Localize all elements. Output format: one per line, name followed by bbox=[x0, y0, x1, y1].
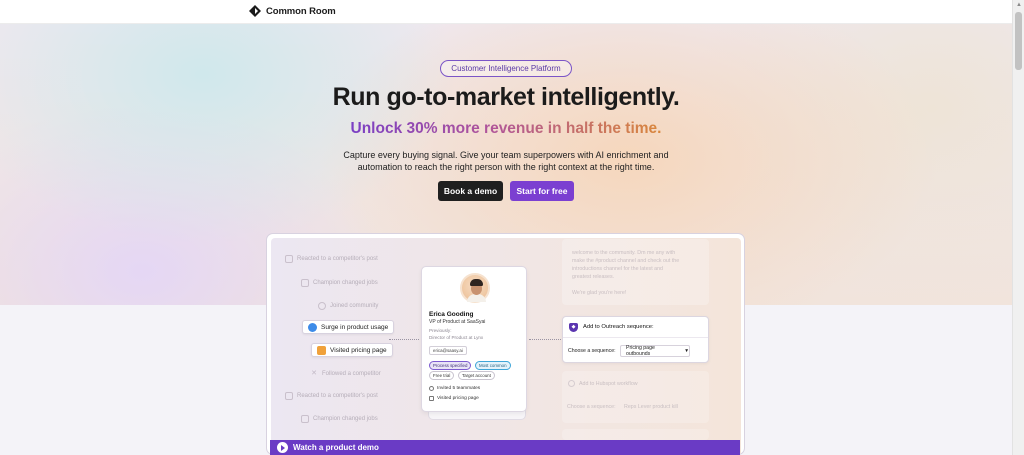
page-subheadline: Unlock 30% more revenue in half the time… bbox=[256, 120, 756, 138]
ghost-card-bottom bbox=[562, 429, 709, 440]
grid-icon bbox=[285, 255, 293, 263]
top-navigation: Common Room bbox=[0, 0, 1012, 24]
connector-dots-left bbox=[389, 339, 419, 340]
signal-label: Visited pricing page bbox=[330, 346, 387, 354]
signal-item-active[interactable]: Visited pricing page bbox=[311, 343, 393, 357]
watch-demo-bar[interactable]: Watch a product demo bbox=[270, 440, 740, 455]
brand-logo[interactable]: Common Room bbox=[249, 5, 336, 17]
signal-item: Reacted to a competitor's post bbox=[285, 252, 378, 266]
chevron-down-icon: ▼ bbox=[684, 348, 689, 354]
globe-icon bbox=[308, 322, 317, 332]
page-icon bbox=[429, 396, 434, 401]
avatar-hair bbox=[470, 279, 483, 286]
profile-email: erica@saasy.ai bbox=[429, 346, 467, 355]
signal-item: Champion changed jobs bbox=[301, 276, 378, 290]
ghost-message-line: We're glad you're here! bbox=[572, 290, 627, 296]
start-free-button[interactable]: Start for free bbox=[510, 181, 574, 201]
ghost-message-line: introductions channel for the latest and bbox=[572, 266, 663, 272]
hubspot-workflow-ghost bbox=[562, 371, 709, 423]
play-triangle bbox=[281, 444, 285, 451]
flame-icon bbox=[317, 345, 326, 355]
profile-activity-label: Visited pricing page bbox=[437, 396, 479, 401]
subheadline-text: Unlock 30% more revenue in half the time… bbox=[350, 120, 662, 137]
signal-label: Champion changed jobs bbox=[313, 280, 378, 286]
book-demo-button[interactable]: Book a demo bbox=[438, 181, 503, 201]
profile-activity-label: Invited 5 teammates bbox=[437, 386, 481, 391]
connector-dots-right bbox=[529, 339, 561, 340]
x-icon: ✕ bbox=[311, 370, 317, 377]
workflow-ghost-value: Reps Lever product kill bbox=[624, 404, 678, 410]
profile-activity: Visited pricing page bbox=[429, 396, 479, 401]
signal-label: Followed a competitor bbox=[322, 371, 381, 377]
profile-title: VP of Product at SaaSyai bbox=[429, 319, 486, 325]
signal-label: Surge in product usage bbox=[321, 323, 389, 331]
sequence-select[interactable]: Pricing page outbounds ▼ bbox=[620, 345, 690, 357]
watch-demo-label: Watch a product demo bbox=[293, 443, 379, 452]
profile-tag: Free trial bbox=[429, 371, 455, 380]
brand-name: Common Room bbox=[266, 5, 336, 17]
grid-icon bbox=[285, 392, 293, 400]
avatar-body bbox=[467, 294, 486, 302]
hubspot-icon bbox=[568, 380, 575, 387]
outreach-sequence-card[interactable]: ◆ Add to Outreach sequence: Choose a seq… bbox=[562, 316, 709, 363]
profile-activity: Invited 5 teammates bbox=[429, 386, 480, 391]
description-line-1: Capture every buying signal. Give your t… bbox=[343, 150, 669, 160]
scroll-up-arrow-icon[interactable]: ▲ bbox=[1016, 2, 1022, 8]
sparkle-icon bbox=[318, 302, 326, 310]
outreach-header: ◆ Add to Outreach sequence: bbox=[563, 317, 708, 338]
profile-tag: Target account bbox=[458, 371, 495, 380]
signal-item: ✕ Followed a competitor bbox=[310, 367, 381, 381]
grid-icon bbox=[301, 415, 309, 423]
profile-tag: Process specified bbox=[429, 361, 472, 370]
ghost-message-line: welcome to the community. Dm me any with bbox=[572, 250, 676, 256]
profile-card[interactable]: Erica Gooding VP of Product at SaaSyai P… bbox=[421, 266, 527, 412]
workflow-ghost-title: Add to Hubspot workflow bbox=[568, 380, 638, 387]
signal-item: Joined community bbox=[318, 299, 378, 313]
scrollbar[interactable]: ▲ bbox=[1012, 0, 1024, 455]
workflow-ghost-label: Choose a sequence: bbox=[567, 404, 616, 410]
signal-label: Joined community bbox=[330, 303, 379, 309]
outreach-title: Add to Outreach sequence: bbox=[583, 324, 654, 330]
sequence-label: Choose a sequence: bbox=[568, 348, 616, 354]
sequence-select-value: Pricing page outbounds bbox=[626, 345, 655, 357]
platform-badge: Customer Intelligence Platform bbox=[440, 60, 572, 77]
play-icon bbox=[277, 442, 288, 453]
description-line-2: automation to reach the right person wit… bbox=[357, 162, 655, 172]
avatar bbox=[460, 273, 490, 303]
people-icon bbox=[429, 386, 434, 391]
signal-label: Reacted to a competitor's post bbox=[297, 256, 378, 262]
signal-item: Reacted to a competitor's post bbox=[285, 389, 378, 403]
profile-tag: Most common bbox=[475, 361, 511, 370]
scrollbar-thumb[interactable] bbox=[1015, 12, 1022, 70]
common-room-logo-icon bbox=[249, 5, 261, 17]
outreach-shield-icon: ◆ bbox=[569, 322, 578, 332]
signal-label: Reacted to a competitor's post bbox=[297, 393, 378, 399]
ghost-message-line: greatest releases. bbox=[572, 274, 615, 280]
profile-previous-role: Director of Product at Lynx bbox=[429, 335, 484, 340]
page-headline: Run go-to-market intelligently. bbox=[332, 83, 680, 111]
hero-description: Capture every buying signal. Give your t… bbox=[306, 149, 706, 173]
signal-label: Champion changed jobs bbox=[313, 416, 378, 422]
signal-item-active[interactable]: Surge in product usage bbox=[302, 320, 395, 334]
grid-icon bbox=[301, 279, 309, 287]
workflow-title: Add to Hubspot workflow bbox=[579, 380, 638, 387]
ghost-message-line: make the #product channel and check out … bbox=[572, 258, 680, 264]
signal-item: Champion changed jobs bbox=[301, 412, 378, 426]
profile-previously-label: Previously: bbox=[429, 328, 452, 333]
profile-name: Erica Gooding bbox=[429, 311, 474, 318]
